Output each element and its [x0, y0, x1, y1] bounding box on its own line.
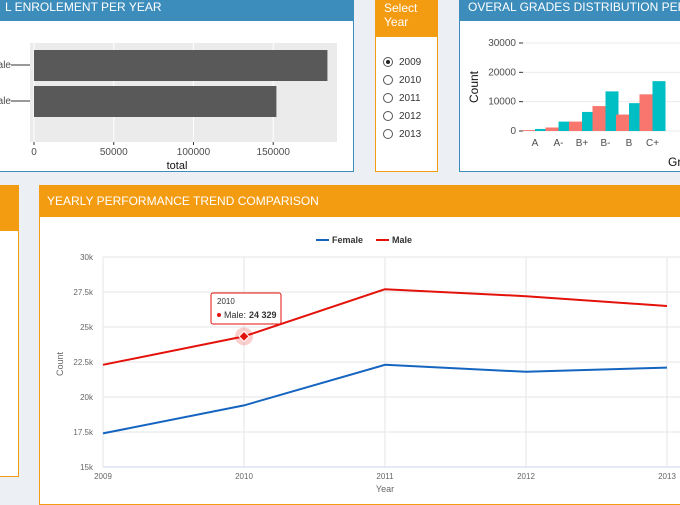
x-tick-label: 100000 — [177, 147, 211, 158]
radio-button[interactable] — [383, 93, 393, 103]
year-option-2011[interactable]: 2011 — [383, 89, 421, 107]
radio-button[interactable] — [383, 75, 393, 85]
x-axis-title: Gr — [668, 155, 680, 169]
y-axis-title: Count — [55, 352, 65, 377]
y-tick-label: 30k — [80, 253, 94, 262]
trend-panel-title: YEARLY PERFORMANCE TREND COMPARISON — [47, 194, 319, 208]
y-tick-label: 15k — [80, 463, 94, 472]
bar-C+-s2 — [652, 81, 666, 131]
left-side-panel — [0, 185, 19, 477]
select-year-title-line1: Select — [384, 1, 418, 15]
x-axis-title: Year — [376, 484, 394, 494]
legend-label-female: Female — [332, 235, 363, 245]
tooltip-value: 24 329 — [249, 310, 277, 320]
year-option-2013[interactable]: 2013 — [383, 125, 421, 143]
legend-label-male: Male — [392, 235, 412, 245]
x-tick-label: B — [626, 138, 633, 149]
x-axis-title: total — [167, 160, 188, 171]
bar-C+-s1 — [639, 94, 653, 131]
y-tick-label: ale — [0, 60, 11, 71]
x-tick-label: A — [532, 138, 539, 149]
year-option-label: 2012 — [399, 110, 422, 122]
x-tick-label: 2010 — [235, 472, 253, 481]
x-tick-label: 50000 — [100, 147, 128, 158]
x-tick-label: 2012 — [517, 472, 535, 481]
tooltip-dot — [217, 313, 221, 317]
x-tick-label: 0 — [31, 147, 37, 158]
bar-A--s1 — [545, 127, 559, 131]
x-tick-label: 2013 — [658, 472, 676, 481]
y-tick-label: 10000 — [488, 97, 516, 108]
y-tick-label: 17.5k — [73, 428, 94, 437]
enrolment-panel: L ENROLEMENT PER YEAR 0 50000 100000 150000… — [0, 0, 354, 172]
y-tick-label: 27.5k — [73, 288, 94, 297]
year-option-label: 2011 — [399, 92, 421, 104]
x-tick-label: A- — [554, 138, 564, 149]
left-side-panel-header — [0, 186, 18, 231]
y-tick-label: 0 — [510, 126, 516, 137]
year-option-label: 2013 — [399, 128, 422, 140]
x-tick-label: 2011 — [376, 472, 394, 481]
bar-male — [34, 50, 328, 81]
enrolment-bar-chart: 050000100000150000alealetotales have bee… — [0, 43, 337, 171]
y-tick-label: ale — [0, 96, 11, 107]
enrolment-panel-title: L ENROLEMENT PER YEAR — [5, 0, 162, 14]
bar-B-s1 — [616, 114, 629, 131]
radio-button[interactable] — [383, 129, 393, 139]
year-option-2009[interactable]: 2009 — [383, 53, 421, 71]
grades-panel: OVERAL GRADES DISTRIBUTION PER YEA 0 1000… — [459, 0, 680, 172]
select-year-panel: Select Year 2009 2010 2011 2012 2013 — [375, 0, 438, 172]
grades-bar-chart: 0 10000 20000 30000 A A- B+ B- B C+ Count Gr — [467, 35, 680, 169]
tooltip-year: 2010 — [217, 297, 235, 306]
x-tick-label: 150000 — [257, 147, 291, 158]
radio-button[interactable] — [383, 111, 393, 121]
select-year-header: Select Year — [376, 0, 437, 37]
bar-female — [34, 86, 277, 117]
year-option-label: 2010 — [399, 74, 422, 86]
y-tick-label: 20000 — [488, 67, 516, 78]
x-tick-label: C+ — [646, 138, 659, 149]
bar-B--s1 — [592, 106, 606, 131]
y-tick-label: 20k — [80, 393, 94, 402]
bar-A-s1 — [522, 130, 535, 131]
x-tick-label: B- — [601, 138, 611, 149]
y-tick-label: 22.5k — [73, 358, 94, 367]
year-radio-group: 2009 2010 2011 2012 2013 — [383, 53, 421, 143]
year-option-2010[interactable]: 2010 — [383, 71, 421, 89]
tooltip-label: Male: — [224, 310, 246, 320]
enrolment-panel-header: L ENROLEMENT PER YEAR — [0, 0, 353, 21]
y-axis-title: Count — [467, 70, 481, 103]
year-option-label: 2009 — [399, 56, 422, 68]
grades-panel-title: OVERAL GRADES DISTRIBUTION PER YEA — [468, 0, 680, 14]
trend-line-chart: Female Male 15k 17.5k 20k 22.5k 25k 27.5k 30k 200… — [55, 235, 680, 494]
x-tick-label: B+ — [576, 138, 589, 149]
trend-panel: YEARLY PERFORMANCE TREND COMPARISON Fema… — [39, 185, 680, 505]
radio-button[interactable] — [383, 57, 393, 67]
y-tick-label: 25k — [80, 323, 94, 332]
trend-panel-header: YEARLY PERFORMANCE TREND COMPARISON — [40, 186, 680, 217]
x-tick-label: 2009 — [94, 472, 112, 481]
year-option-2012[interactable]: 2012 — [383, 107, 421, 125]
select-year-title-line2: Year — [384, 15, 409, 29]
bar-B+-s1 — [569, 121, 582, 131]
grades-panel-header: OVERAL GRADES DISTRIBUTION PER YEA — [460, 0, 680, 21]
y-tick-label: 30000 — [488, 38, 516, 49]
